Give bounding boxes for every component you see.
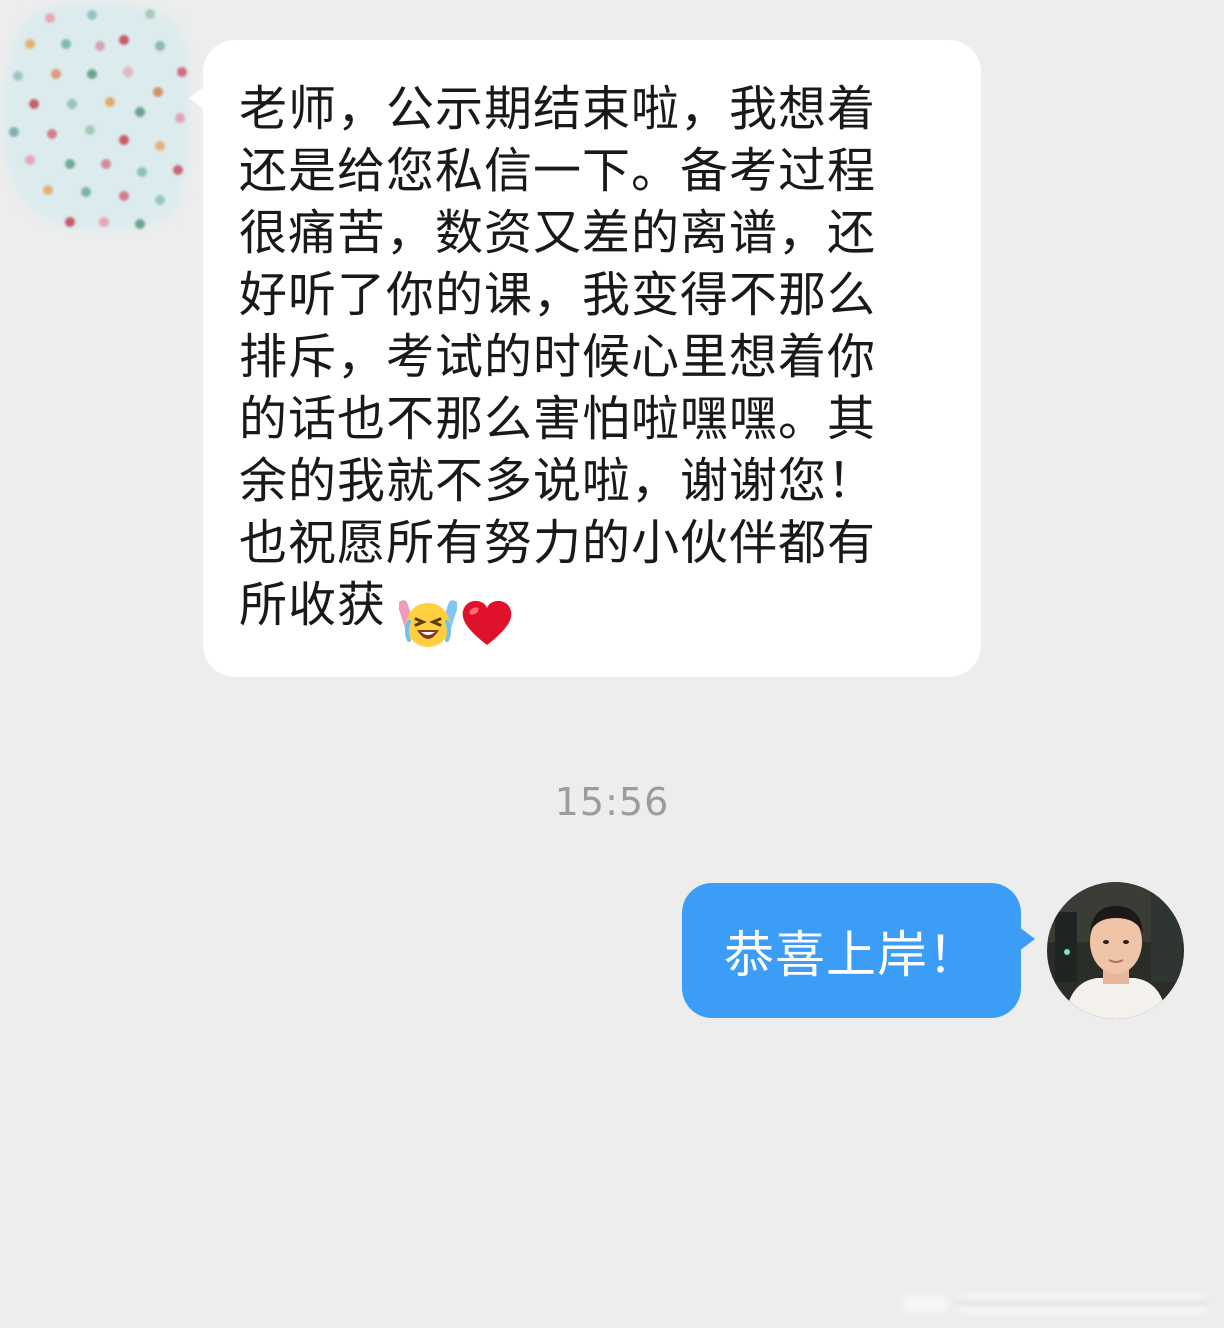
chat-area[interactable]: 老师，公示期结束啦，我想着 还是给您私信一下。备考过程 很痛苦，数资又差的离谱，… — [0, 0, 1224, 1328]
user-photo-avatar-image — [1047, 882, 1184, 1019]
outgoing-message-text: 恭喜上岸！ — [724, 925, 979, 984]
red-heart-emoji-icon — [462, 600, 512, 645]
my-avatar[interactable] — [1047, 882, 1184, 1019]
incoming-emoji-row — [399, 593, 515, 653]
incoming-message-bubble[interactable]: 老师，公示期结束啦，我想着 还是给您私信一下。备考过程 很痛苦，数资又差的离谱，… — [189, 40, 981, 677]
message-timestamp: 15:56 — [554, 780, 670, 824]
sender-avatar[interactable] — [0, 0, 196, 236]
outgoing-message-bubble[interactable]: 恭喜上岸！ — [682, 883, 1035, 1018]
bubble-tail — [1019, 927, 1035, 951]
laughing-crying-emoji-icon — [399, 600, 457, 647]
polka-dot-avatar-image — [0, 0, 196, 236]
bubble-tail — [189, 86, 205, 110]
incoming-message-text: 老师，公示期结束啦，我想着 还是给您私信一下。备考过程 很痛苦，数资又差的离谱，… — [239, 81, 877, 633]
watermark-image — [900, 1286, 1216, 1320]
